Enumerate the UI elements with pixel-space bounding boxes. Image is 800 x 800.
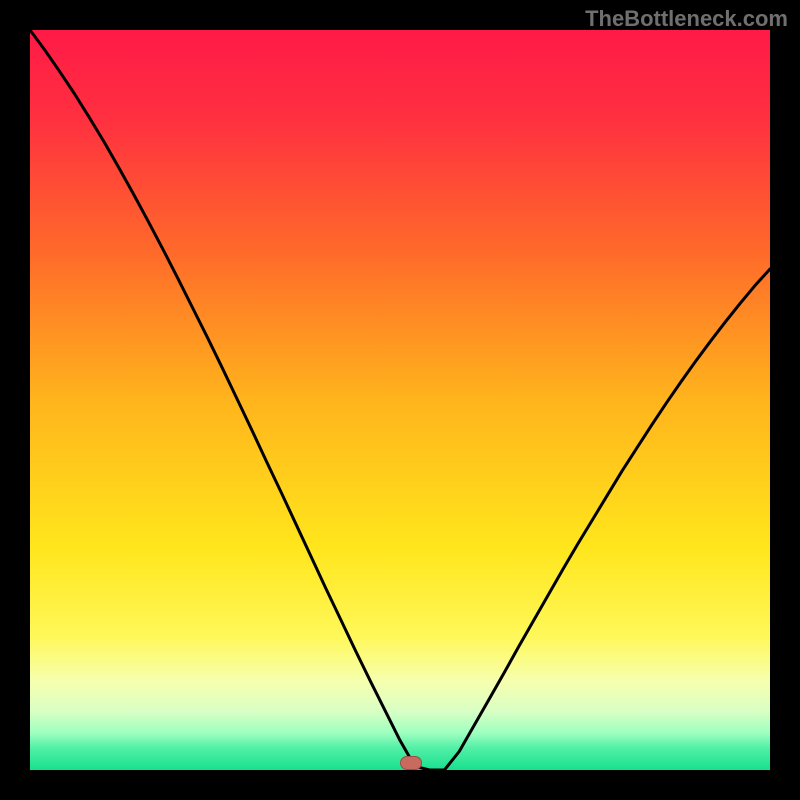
optimum-marker bbox=[400, 756, 422, 770]
plot-area bbox=[30, 30, 770, 770]
curve-line bbox=[30, 30, 770, 770]
watermark-text: TheBottleneck.com bbox=[585, 6, 788, 32]
